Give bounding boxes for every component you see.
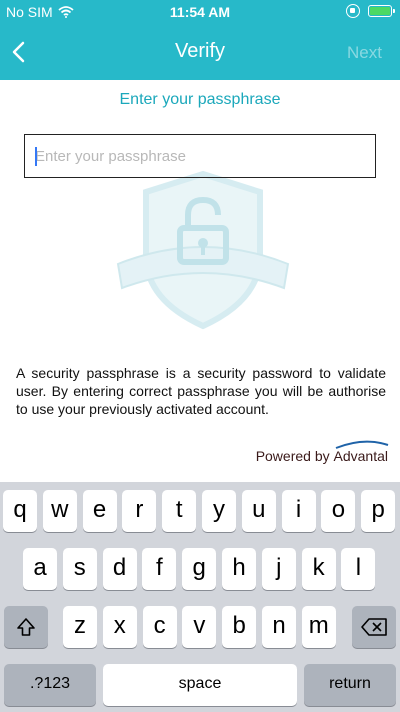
return-key[interactable]: return (304, 664, 396, 706)
key-d[interactable]: d (102, 548, 137, 590)
key-s[interactable]: s (62, 548, 97, 590)
passphrase-input[interactable] (25, 135, 375, 177)
key-v[interactable]: v (182, 606, 217, 648)
clock: 11:54 AM (169, 4, 231, 20)
key-m[interactable]: m (301, 606, 336, 648)
powered-by-label: Powered by (255, 448, 330, 464)
key-n[interactable]: n (262, 606, 296, 648)
key-f[interactable]: f (142, 548, 177, 590)
key-p[interactable]: p (361, 490, 396, 532)
key-z[interactable]: z (63, 606, 97, 648)
key-y[interactable]: y (202, 490, 236, 532)
powered-by-footer: Powered by Advantal (255, 440, 389, 464)
key-c[interactable]: c (142, 606, 177, 648)
key-k[interactable]: k (301, 548, 336, 590)
next-button[interactable]: Next (347, 43, 382, 63)
key-i[interactable]: i (281, 490, 316, 532)
space-key[interactable]: space (103, 664, 297, 706)
key-g[interactable]: g (182, 548, 217, 590)
passphrase-description: A security passphrase is a security pass… (16, 365, 386, 417)
key-w[interactable]: w (42, 490, 77, 532)
key-e[interactable]: e (82, 490, 117, 532)
key-h[interactable]: h (222, 548, 256, 590)
text-cursor (35, 147, 37, 166)
keyboard: qwertyuiop asdfghjkl zxcvbnm .?123 space… (0, 482, 400, 712)
passphrase-input-field[interactable] (24, 134, 376, 178)
key-u[interactable]: u (241, 490, 276, 532)
numbers-key[interactable]: .?123 (4, 664, 96, 706)
status-bar: No SIM 11:54 AM (0, 0, 400, 24)
page-title: Verify (174, 40, 226, 62)
navigation-bar: Verify Next (0, 24, 400, 80)
key-j[interactable]: j (261, 548, 296, 590)
shift-key[interactable] (4, 606, 48, 648)
shift-arrow-icon (17, 618, 35, 636)
key-x[interactable]: x (102, 606, 137, 648)
advantal-swoosh-icon (335, 440, 389, 449)
passphrase-heading: Enter your passphrase (119, 91, 281, 108)
key-a[interactable]: a (23, 548, 57, 590)
key-q[interactable]: q (3, 490, 37, 532)
orientation-lock-icon (346, 4, 360, 18)
key-t[interactable]: t (162, 490, 197, 532)
top-bar: No SIM 11:54 AM Verify Next (0, 0, 400, 80)
key-o[interactable]: o (321, 490, 356, 532)
key-b[interactable]: b (222, 606, 257, 648)
backspace-icon (361, 618, 387, 636)
key-r[interactable]: r (122, 490, 157, 532)
shield-lock-watermark-icon (116, 170, 290, 330)
brand-name: Advantal (333, 448, 388, 464)
battery-icon (368, 5, 395, 17)
key-l[interactable]: l (341, 548, 376, 590)
delete-key[interactable] (352, 606, 396, 648)
